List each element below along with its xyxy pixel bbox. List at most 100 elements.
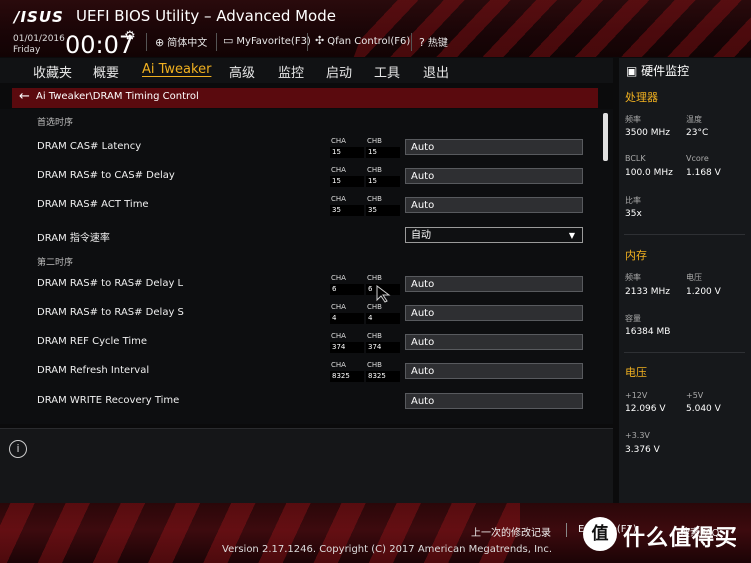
chb-label: CHB xyxy=(367,274,382,282)
cha-label: CHA xyxy=(331,303,346,311)
gear-icon[interactable]: ⚙ xyxy=(124,29,136,44)
watermark: 值 什么值得买 xyxy=(583,517,749,553)
cha-value: CHA 15 xyxy=(330,137,364,161)
row-label: DRAM CAS# Latency xyxy=(37,141,142,152)
header-divider xyxy=(411,33,412,51)
cha-label: CHA xyxy=(331,361,346,369)
qfan-label: Qfan Control(F6) xyxy=(327,36,411,47)
chb-readout: 15 xyxy=(366,176,400,187)
memory-heading: 内存 xyxy=(625,249,647,262)
tab-monitor[interactable]: 监控 xyxy=(278,62,304,81)
date-text: 01/01/2016 xyxy=(13,34,65,44)
v12-value: 12.096 V xyxy=(625,404,666,414)
hardware-monitor-title: ▣ 硬件监控 xyxy=(626,62,689,79)
help-description-panel: i xyxy=(0,428,613,504)
favorite-icon: ▭ xyxy=(223,34,234,47)
cha-readout: 4 xyxy=(330,313,364,324)
cha-label: CHA xyxy=(331,274,346,282)
bclk-label: BCLK xyxy=(625,154,646,163)
tab-favorites[interactable]: 收藏夹 xyxy=(33,62,72,81)
row-label: DRAM RAS# ACT Time xyxy=(37,199,149,210)
tab-exit[interactable]: 退出 xyxy=(423,62,449,81)
cpu-freq-label: 频率 xyxy=(625,115,641,124)
cha-value: CHA 6 xyxy=(330,274,364,298)
section-primary-timings: 首选时序 xyxy=(37,118,74,128)
language-button[interactable]: ⊕ 简体中文 xyxy=(155,34,207,49)
cha-value: CHA 8325 xyxy=(330,361,364,385)
command-rate-value: 自动 xyxy=(411,230,431,241)
refresh-interval-input[interactable]: Auto xyxy=(405,363,583,379)
breadcrumb[interactable]: ← Ai Tweaker\DRAM Timing Control xyxy=(12,88,598,108)
cha-label: CHA xyxy=(331,195,346,203)
title-bar: /ISUS UEFI BIOS Utility – Advanced Mode … xyxy=(0,0,751,57)
vcore-label: Vcore xyxy=(686,154,709,163)
section-secondary-timings: 第二时序 xyxy=(37,258,74,268)
watermark-text: 什么值得买 xyxy=(623,526,739,551)
hardware-monitor-label: 硬件监控 xyxy=(641,64,690,78)
cpu-temp-value: 23°C xyxy=(686,128,709,138)
tab-advanced[interactable]: 高级 xyxy=(229,62,255,81)
row-label: DRAM RAS# to CAS# Delay xyxy=(37,170,175,181)
v33-value: 3.376 V xyxy=(625,445,660,455)
cha-readout: 15 xyxy=(330,176,364,187)
chb-readout: 15 xyxy=(366,147,400,158)
chb-value: CHB 15 xyxy=(366,166,400,190)
help-icon: ? xyxy=(419,36,425,49)
chb-value: CHB 15 xyxy=(366,137,400,161)
cha-label: CHA xyxy=(331,332,346,340)
chb-value: CHB 4 xyxy=(366,303,400,327)
chb-readout: 35 xyxy=(366,205,400,216)
cha-value: CHA 15 xyxy=(330,166,364,190)
footer-divider xyxy=(566,523,567,537)
asus-logo: /ISUS xyxy=(14,8,64,26)
hardware-monitor-panel: ▣ 硬件监控 处理器 频率 温度 3500 MHz 23°C BCLK Vcor… xyxy=(619,58,751,503)
row-label: DRAM Refresh Interval xyxy=(37,365,150,376)
header-divider xyxy=(216,33,217,51)
cha-readout: 6 xyxy=(330,284,364,295)
chb-label: CHB xyxy=(367,195,382,203)
breadcrumb-text: Ai Tweaker\DRAM Timing Control xyxy=(36,91,199,102)
watermark-logo-icon: 值 xyxy=(583,517,617,551)
mouse-cursor-icon xyxy=(376,285,391,303)
chb-readout: 374 xyxy=(366,342,400,353)
qfan-button[interactable]: ✣ Qfan Control(F6) xyxy=(315,34,410,47)
hotkeys-button[interactable]: ? 热键 xyxy=(419,34,448,49)
cpu-freq-value: 3500 MHz xyxy=(625,128,671,138)
rrd-s-input[interactable]: Auto xyxy=(405,305,583,321)
cpu-temp-label: 温度 xyxy=(686,115,702,124)
ratio-label: 比率 xyxy=(625,196,641,205)
tab-boot[interactable]: 启动 xyxy=(326,62,352,81)
info-icon: i xyxy=(9,440,27,458)
date-display: 01/01/2016 Friday xyxy=(13,34,65,56)
cha-label: CHA xyxy=(331,166,346,174)
tab-main[interactable]: 概要 xyxy=(93,62,119,81)
scrollbar-thumb[interactable] xyxy=(603,113,608,161)
command-rate-select[interactable]: 自动 ▼ xyxy=(405,227,583,243)
app-title: UEFI BIOS Utility – Advanced Mode xyxy=(76,7,336,25)
back-arrow-icon[interactable]: ← xyxy=(19,89,30,104)
row-label: DRAM 指令速率 xyxy=(37,233,110,244)
myfavorite-label: MyFavorite(F3) xyxy=(236,36,311,47)
weekday-text: Friday xyxy=(13,45,41,55)
v5-value: 5.040 V xyxy=(686,404,721,414)
cha-readout: 8325 xyxy=(330,371,364,382)
mem-freq-label: 频率 xyxy=(625,273,641,282)
ras-act-time-input[interactable]: Auto xyxy=(405,197,583,213)
rrd-l-input[interactable]: Auto xyxy=(405,276,583,292)
vcore-value: 1.168 V xyxy=(686,168,721,178)
tab-tool[interactable]: 工具 xyxy=(374,62,400,81)
mem-volt-value: 1.200 V xyxy=(686,287,721,297)
chevron-down-icon: ▼ xyxy=(568,231,575,240)
bclk-value: 100.0 MHz xyxy=(625,168,673,178)
tab-ai-tweaker[interactable]: Ai Tweaker xyxy=(142,62,211,77)
ras-to-cas-input[interactable]: Auto xyxy=(405,168,583,184)
header-divider xyxy=(146,33,147,51)
mem-freq-value: 2133 MHz xyxy=(625,287,671,297)
write-recovery-input[interactable]: Auto xyxy=(405,393,583,409)
mem-cap-value: 16384 MB xyxy=(625,327,671,337)
cas-latency-input[interactable]: Auto xyxy=(405,139,583,155)
mem-cap-label: 容量 xyxy=(625,314,641,323)
myfavorite-button[interactable]: ▭ MyFavorite(F3) xyxy=(223,34,311,47)
last-modified-button[interactable]: 上一次的修改记录 xyxy=(471,524,551,539)
ref-cycle-input[interactable]: Auto xyxy=(405,334,583,350)
